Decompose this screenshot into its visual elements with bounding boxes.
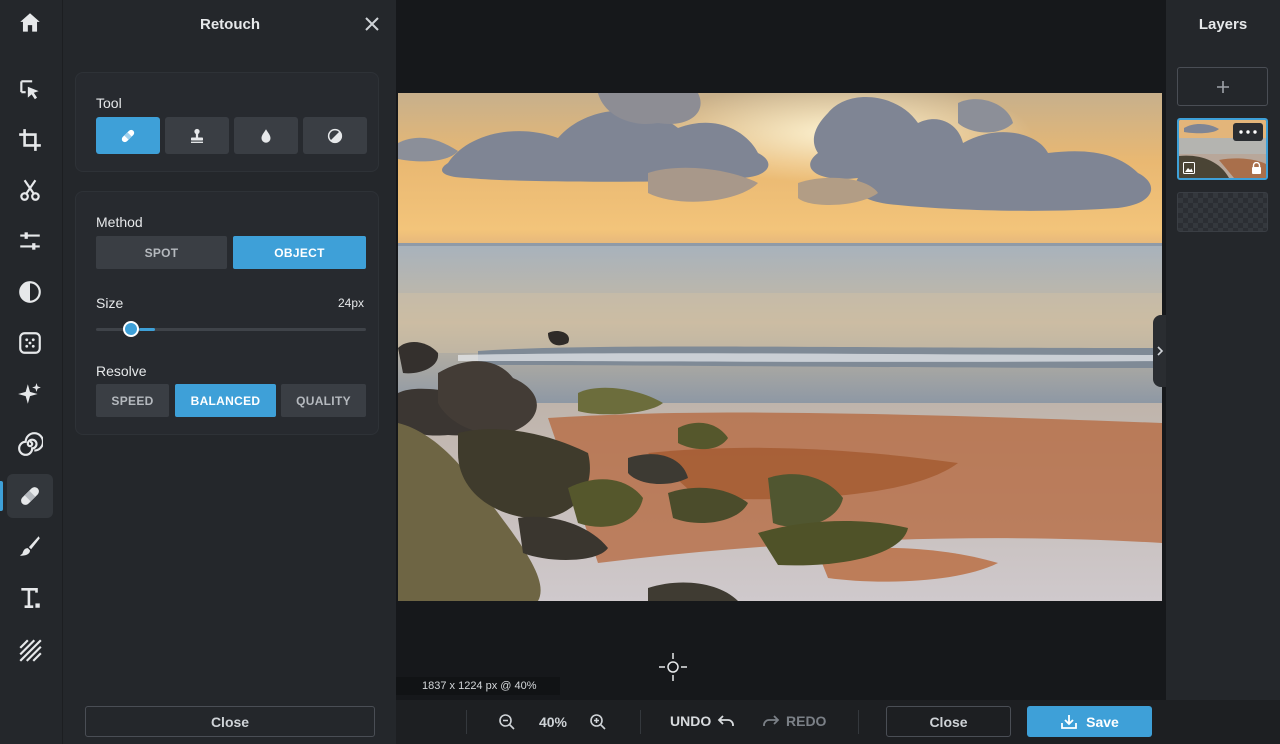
layers-collapse-tab[interactable] [1153,315,1167,387]
redo-label: REDO [786,713,827,729]
tool-section: Tool [75,72,379,172]
empty-layer-slot[interactable] [1177,192,1268,232]
save-label: Save [1086,713,1119,730]
plus-icon [1216,80,1229,93]
panel-title: Retouch [200,15,260,33]
texture-tool-button[interactable] [7,321,53,365]
close-button[interactable]: Close [886,706,1011,737]
zoom-level: 40% [538,714,568,730]
save-button[interactable]: Save [1027,706,1152,737]
close-icon [365,17,379,31]
overlay-tool-button[interactable] [7,628,53,672]
layers-title: Layers [1198,15,1248,33]
drop-icon [261,128,271,143]
resolve-speed-button[interactable]: SPEED [96,384,169,417]
lock-icon[interactable] [1251,162,1262,174]
retouch-tool-button[interactable] [7,474,53,518]
sparkle-icon [18,383,41,404]
resolve-label: Resolve [96,363,147,379]
tool-clone-button[interactable] [165,117,229,154]
bandage-icon [121,129,135,142]
cutout-tool-button[interactable] [7,168,53,212]
tool-rail [0,0,62,744]
contrast-icon [19,281,41,303]
panel-close-wide-button[interactable]: Close [85,706,375,737]
size-slider-thumb[interactable] [123,321,139,337]
bandage-icon [21,487,39,505]
crop-icon [19,129,41,151]
toolbar-divider [640,710,641,734]
sliders-icon [20,232,40,250]
layer-thumbnail[interactable] [1177,118,1268,180]
home-icon [20,13,40,32]
zoom-in-button[interactable] [587,711,609,733]
tool-heal-button[interactable] [96,117,160,154]
canvas-area: 1837 x 1224 px @ 40% [396,0,1166,700]
zoom-out-icon [499,714,515,730]
scissors-icon [20,179,40,201]
more-icon [1239,130,1257,134]
options-section: Method SPOT OBJECT Size 24px Resolve SPE… [75,191,379,435]
undo-icon [717,715,735,726]
bottom-toolbar: 40% UNDO REDO Close Save [396,700,1280,744]
method-object-button[interactable]: OBJECT [233,236,366,269]
effects-tool-button[interactable] [7,270,53,314]
panel-close-button[interactable] [360,12,384,36]
tool-blur-button[interactable] [234,117,298,154]
spiral-icon [18,432,43,456]
crop-tool-button[interactable] [7,118,53,162]
download-icon [1061,714,1078,729]
adjust-tool-button[interactable] [7,219,53,263]
add-layer-button[interactable] [1177,67,1268,106]
undo-label: UNDO [670,713,712,729]
select-arrow-icon [20,80,39,100]
tool-dodge-button[interactable] [303,117,367,154]
image-icon [1183,162,1195,174]
size-slider[interactable] [96,321,366,337]
image-size-readout: 1837 x 1224 px @ 40% [396,677,560,695]
redo-icon [763,715,780,726]
size-value: 24px [337,296,364,310]
ai-tool-button[interactable] [7,372,53,416]
size-label: Size [96,295,124,311]
draw-tool-button[interactable] [7,524,53,568]
chevron-right-icon [1157,346,1164,356]
size-slider-fill [139,328,155,331]
resolve-quality-button[interactable]: QUALITY [281,384,366,417]
zoom-out-button[interactable] [496,711,518,733]
photo-canvas[interactable] [398,93,1162,601]
toolbar-divider [858,710,859,734]
text-icon [21,588,40,608]
tool-label: Tool [96,95,122,111]
contrast-circle-icon [327,128,343,143]
method-spot-button[interactable]: SPOT [96,236,227,269]
text-tool-button[interactable] [7,576,53,620]
beach-sunset-photo [398,93,1162,601]
crosshair-icon[interactable] [658,652,688,682]
undo-button[interactable]: UNDO [670,710,735,732]
diagonal-lines-icon [19,639,42,662]
method-label: Method [96,214,143,230]
retouch-panel: Retouch Tool Method SPOT OBJECT Size 24p… [62,0,396,744]
select-tool-button[interactable] [7,68,53,112]
toolbar-divider [466,710,467,734]
texture-icon [19,332,41,354]
active-tool-indicator [0,481,3,511]
stamp-icon [191,128,203,143]
home-button[interactable] [7,1,53,45]
distort-tool-button[interactable] [7,422,53,466]
redo-button[interactable]: REDO [762,710,826,732]
layer-more-button[interactable] [1233,123,1263,141]
resolve-balanced-button[interactable]: BALANCED [175,384,276,417]
zoom-in-icon [590,714,606,730]
brush-icon [20,536,40,556]
layers-panel: Layers [1166,0,1280,700]
